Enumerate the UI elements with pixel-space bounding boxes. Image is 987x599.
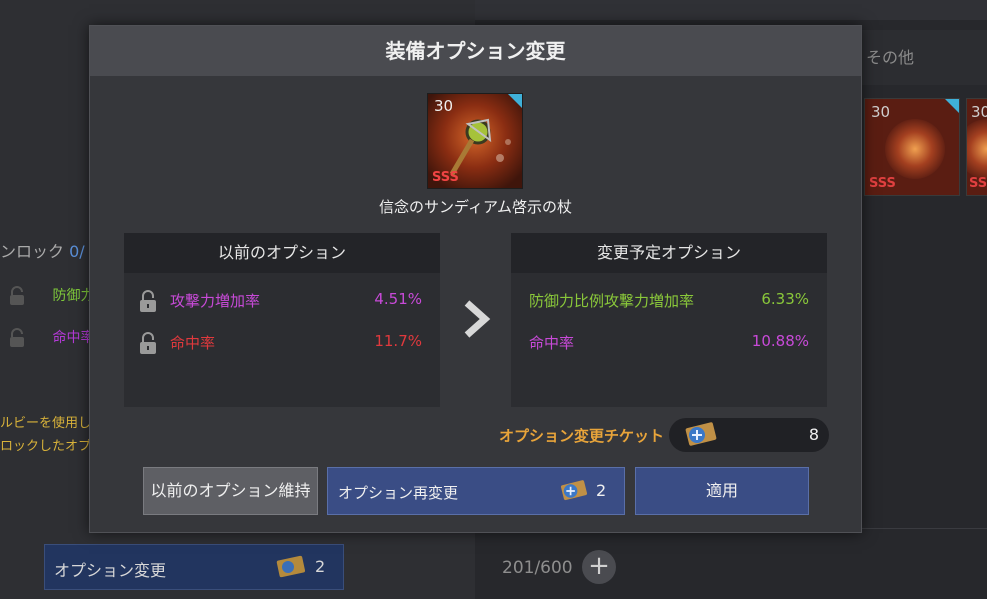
lock-count-value: 0/ — [69, 242, 85, 261]
note-line: ロックしたオプ — [0, 439, 92, 454]
ticket-count-pill: 8 — [669, 418, 829, 452]
item-level: 30 — [971, 103, 987, 121]
option-change-label: オプション変更 — [54, 561, 167, 580]
planned-option-row: 防御力比例攻撃力増加率 6.33% — [511, 285, 827, 315]
bg-option-row: 防御力 — [8, 285, 94, 306]
inventory-capacity: 201/600 — [502, 558, 573, 578]
option-name: 防御力比例攻撃力増加率 — [529, 292, 695, 310]
item-grade: SSS — [869, 176, 896, 191]
modal-title: 装備オプション変更 — [90, 26, 861, 76]
option-change-modal: 装備オプション変更 30 SSS 信念のサンディアム啓示の杖 以前のオプション … — [89, 25, 862, 533]
item-grade: SSS — [969, 176, 987, 191]
lock-icon[interactable] — [8, 286, 26, 306]
option-change-button[interactable]: オプション変更 2 — [44, 544, 344, 590]
previous-options-panel: 以前のオプション 攻撃力増加率 4.51% 命中率 11.7% — [124, 233, 440, 407]
ticket-label: オプション変更チケット — [499, 427, 665, 445]
item-name: 信念のサンディアム啓示の杖 — [379, 198, 572, 216]
option-value: 4.51% — [374, 290, 422, 308]
ticket-icon — [685, 422, 717, 446]
ticket-icon — [276, 555, 306, 578]
item-level: 30 — [871, 103, 891, 121]
planned-option-row: 命中率 10.88% — [511, 327, 827, 357]
planned-options-panel: 変更予定オプション 防御力比例攻撃力増加率 6.33% 命中率 10.88% — [511, 233, 827, 407]
lock-icon[interactable] — [8, 328, 26, 348]
inventory-slot[interactable]: 30 SSS — [864, 98, 960, 196]
previous-option-row: 命中率 11.7% — [124, 327, 440, 357]
option-value: 11.7% — [374, 332, 422, 350]
item-glow — [967, 119, 987, 179]
bg-option-row: 命中率 — [8, 327, 94, 348]
corner-marker — [945, 99, 959, 113]
ticket-icon — [560, 480, 588, 501]
option-value: 6.33% — [761, 290, 809, 308]
item-glow — [885, 119, 945, 179]
option-change-count: 2 — [315, 557, 326, 576]
unlock-icon[interactable] — [138, 331, 158, 355]
option-name: 命中率 — [170, 334, 216, 352]
ticket-row: オプション変更チケット 8 — [499, 418, 829, 452]
apply-button[interactable]: 適用 — [635, 467, 809, 515]
item-level: 30 — [434, 97, 454, 115]
lock-label: ンロック — [0, 242, 65, 261]
item-icon-slot: 30 SSS — [427, 93, 523, 189]
option-value: 10.88% — [751, 332, 809, 350]
expand-inventory-button[interactable]: + — [582, 550, 616, 584]
previous-options-header: 以前のオプション — [124, 233, 440, 273]
reroll-label: オプション再変更 — [338, 484, 459, 502]
option-name: 命中率 — [529, 334, 575, 352]
option-name: 攻撃力増加率 — [170, 292, 261, 310]
item-grade: SSS — [432, 170, 459, 185]
category-label: その他 — [866, 48, 915, 67]
previous-option-row: 攻撃力増加率 4.51% — [124, 285, 440, 315]
planned-options-header: 変更予定オプション — [511, 233, 827, 273]
ticket-count: 8 — [808, 425, 819, 444]
lock-count: ンロック 0/ — [0, 238, 85, 262]
reroll-options-button[interactable]: オプション再変更 2 — [327, 467, 625, 515]
unlock-icon[interactable] — [138, 289, 158, 313]
note-line: ルビーを使用し — [0, 416, 92, 431]
inventory-slot[interactable]: 30 SSS — [966, 98, 987, 196]
reroll-count: 2 — [596, 481, 607, 500]
chevron-right-icon — [464, 300, 491, 338]
corner-marker — [508, 94, 522, 108]
keep-previous-options-button[interactable]: 以前のオプション維持 — [143, 467, 318, 515]
